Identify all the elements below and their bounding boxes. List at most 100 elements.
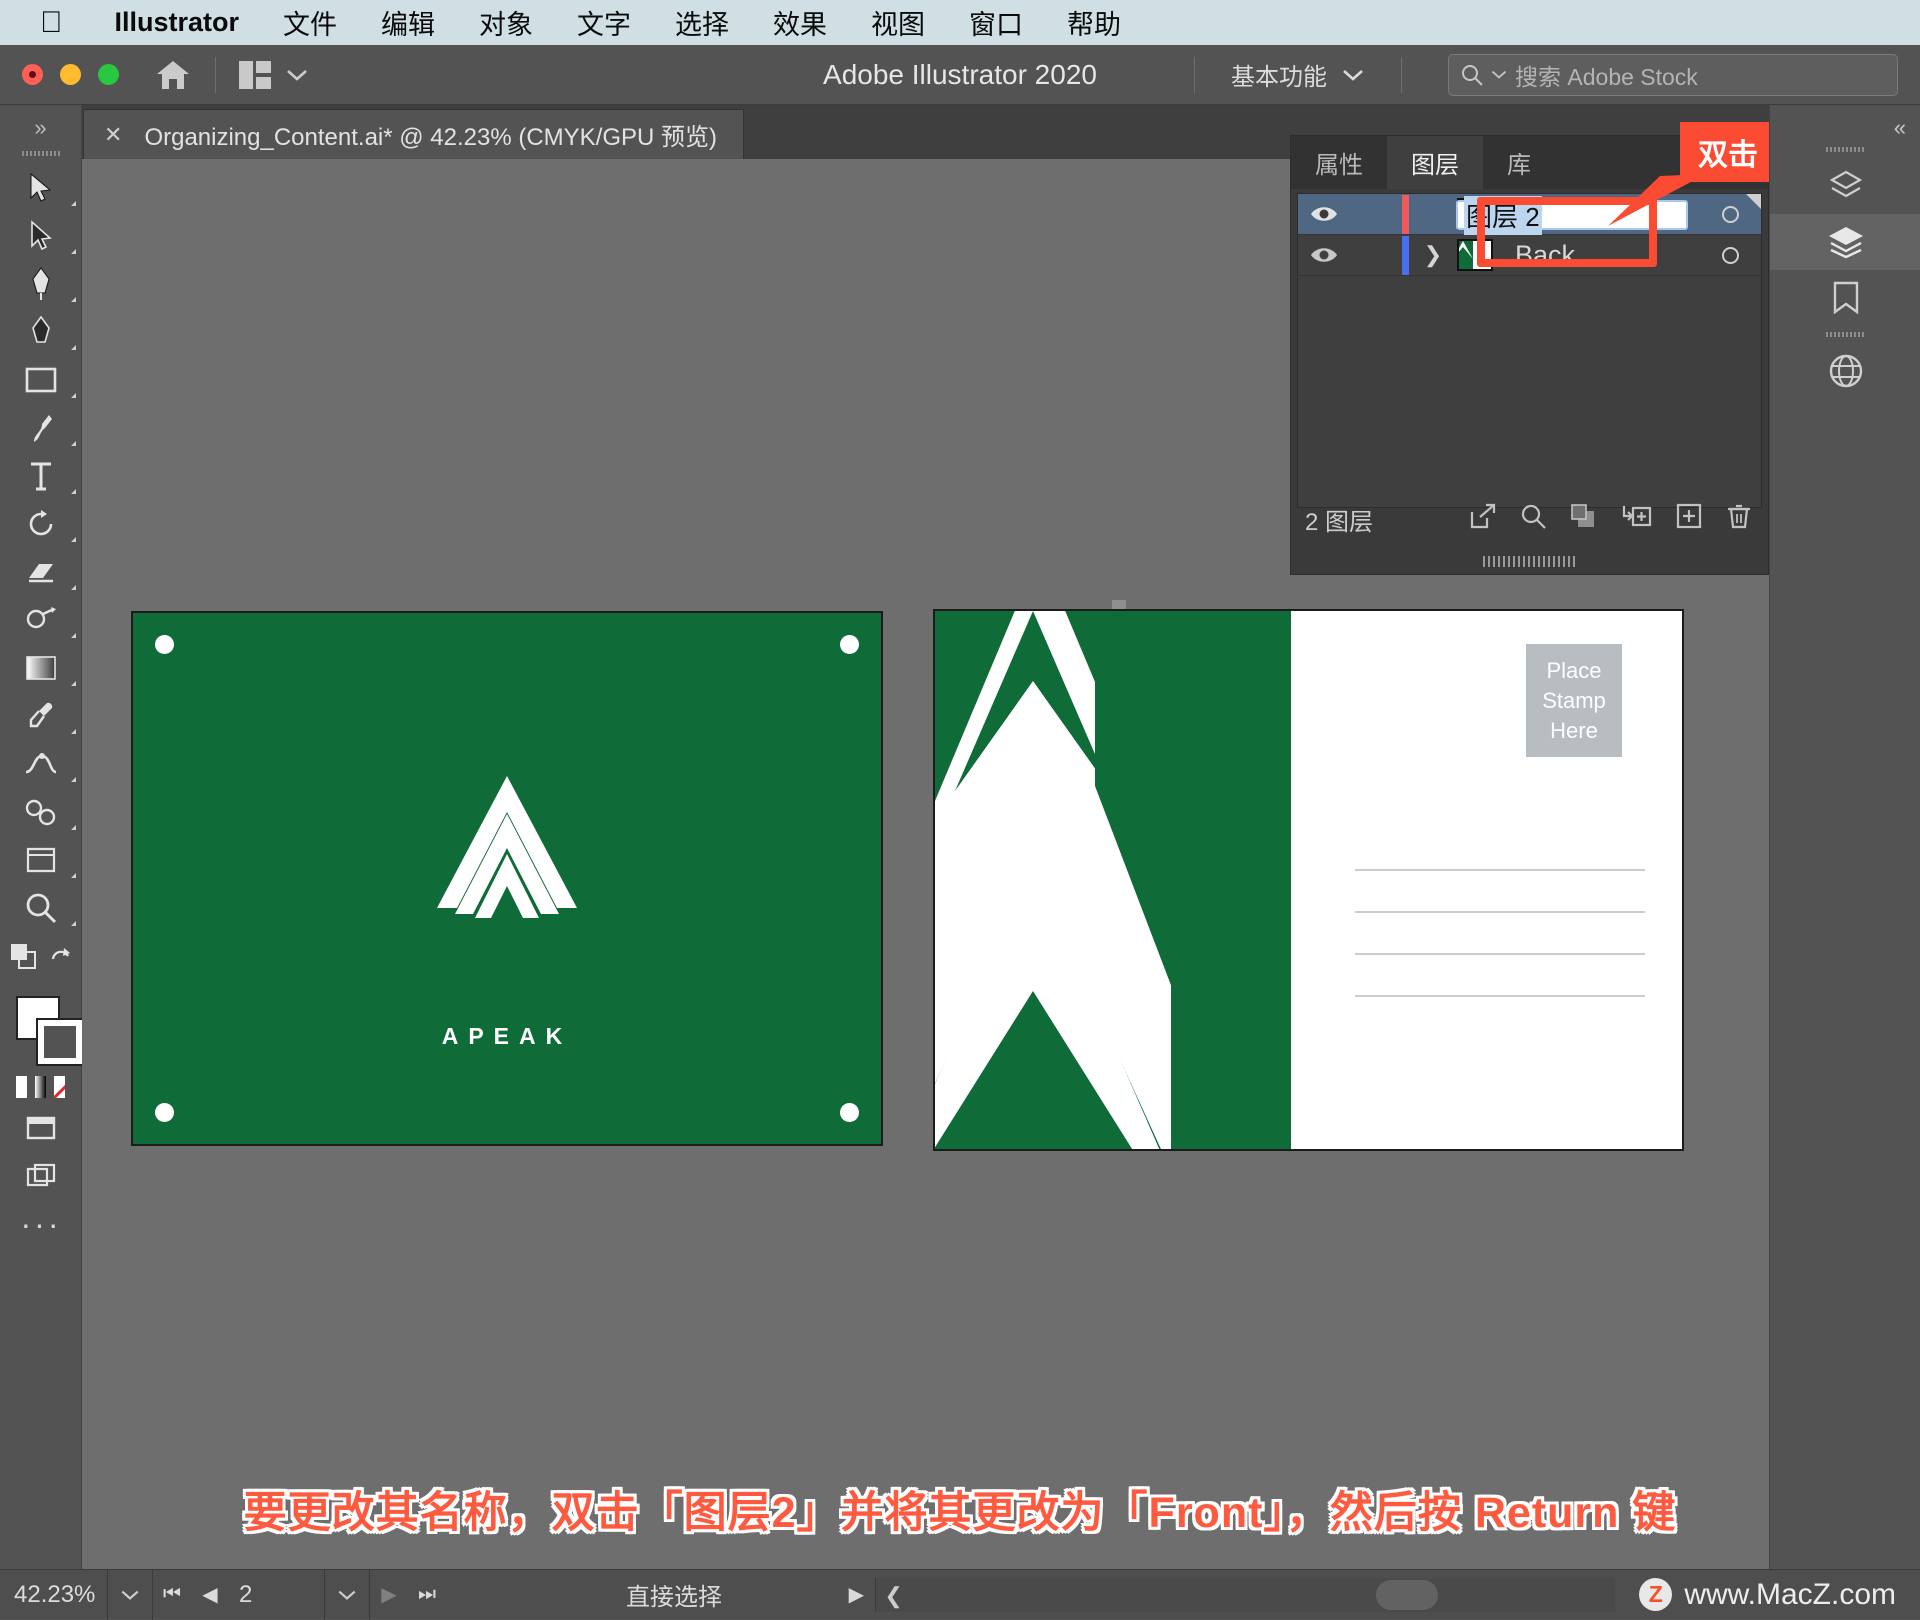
scroll-left-icon[interactable]: ❮ bbox=[884, 1583, 902, 1609]
layer-target-circle[interactable] bbox=[1699, 247, 1761, 264]
menu-item-edit[interactable]: 编辑 bbox=[359, 3, 457, 42]
type-tool[interactable] bbox=[0, 452, 82, 500]
new-sublayer-icon[interactable] bbox=[1620, 503, 1652, 536]
paintbrush-tool[interactable] bbox=[0, 404, 82, 452]
rectangle-tool[interactable] bbox=[0, 356, 82, 404]
artboard-dropdown-icon[interactable] bbox=[325, 1570, 370, 1620]
document-tab[interactable]: ✕ Organizing_Content.ai* @ 42.23% (CMYK/… bbox=[83, 109, 744, 159]
make-sublayer-icon[interactable] bbox=[1570, 503, 1596, 536]
more-tools-button[interactable]: ··· bbox=[0, 1200, 82, 1248]
tools-drag-grip[interactable] bbox=[22, 151, 60, 156]
previous-artboard-button[interactable]: ◀ bbox=[191, 1582, 229, 1607]
layer-color-swatch bbox=[1402, 236, 1409, 275]
home-icon[interactable] bbox=[153, 55, 193, 95]
direct-selection-tool[interactable] bbox=[0, 212, 82, 260]
zoom-level-value[interactable]: 42.23% bbox=[0, 1570, 108, 1620]
visibility-toggle-icon[interactable] bbox=[1298, 245, 1350, 265]
dock-drag-grip[interactable] bbox=[1826, 147, 1864, 152]
expand-panels-icon[interactable]: « bbox=[1770, 105, 1920, 141]
tab-properties[interactable]: 属性 bbox=[1291, 136, 1387, 189]
status-expand-icon[interactable]: ▶ bbox=[837, 1582, 875, 1607]
artboard-back[interactable]: Place Stamp Here bbox=[933, 609, 1684, 1151]
artboard-number-input[interactable]: 2 bbox=[229, 1570, 325, 1620]
libraries-panel-icon[interactable] bbox=[1770, 270, 1920, 326]
dock-drag-grip[interactable] bbox=[1826, 332, 1864, 337]
workspace-switcher[interactable]: 基本功能 bbox=[1172, 57, 1428, 93]
search-icon[interactable] bbox=[1520, 503, 1546, 536]
zoom-dropdown-icon[interactable] bbox=[108, 1570, 153, 1620]
horizontal-scrollbar[interactable]: ❮ bbox=[875, 1578, 1615, 1612]
zoom-tool[interactable] bbox=[0, 884, 82, 932]
table-row[interactable]: ❯ Back bbox=[1298, 235, 1761, 276]
default-fill-stroke-icon[interactable] bbox=[16, 1076, 27, 1098]
width-tool[interactable] bbox=[0, 740, 82, 788]
minimize-window-button[interactable] bbox=[60, 64, 81, 85]
visibility-toggle-icon[interactable] bbox=[1298, 204, 1350, 224]
edit-toolbar-tool[interactable] bbox=[0, 1152, 82, 1200]
artboard-front[interactable]: APEAK bbox=[131, 611, 883, 1146]
menu-item-file[interactable]: 文件 bbox=[261, 3, 359, 42]
fill-stroke-swatches[interactable] bbox=[0, 990, 81, 1070]
menu-item-help[interactable]: 帮助 bbox=[1045, 3, 1143, 42]
curvature-tool[interactable] bbox=[0, 308, 82, 356]
artboard-tool[interactable] bbox=[0, 836, 82, 884]
arrange-documents-button[interactable] bbox=[238, 60, 308, 90]
menu-item-object[interactable]: 对象 bbox=[457, 3, 555, 42]
panel-resize-grip[interactable] bbox=[1291, 554, 1770, 568]
eraser-tool[interactable] bbox=[0, 548, 82, 596]
screen-mode-tool[interactable] bbox=[0, 1104, 82, 1152]
menu-item-type[interactable]: 文字 bbox=[555, 3, 653, 42]
gradient-tool[interactable] bbox=[0, 644, 82, 692]
layer-name[interactable]: Back bbox=[1493, 240, 1699, 271]
document-tab-label: Organizing_Content.ai* @ 42.23% (CMYK/GP… bbox=[144, 117, 717, 152]
color-mode-row[interactable] bbox=[0, 1070, 81, 1104]
drawing-modes-button[interactable] bbox=[0, 932, 82, 980]
tab-layers[interactable]: 图层 bbox=[1387, 136, 1483, 189]
shaper-tool[interactable] bbox=[0, 596, 82, 644]
status-bar: 42.23% ⏮ ◀ 2 ▶ ⏭ 直接选择 ▶ ❮ Z www.MacZ.com bbox=[0, 1569, 1920, 1619]
new-layer-icon[interactable] bbox=[1676, 503, 1702, 536]
close-icon[interactable]: ✕ bbox=[104, 122, 122, 148]
menu-item-effect[interactable]: 效果 bbox=[751, 3, 849, 42]
stroke-swatch[interactable] bbox=[38, 1020, 82, 1064]
selection-tool[interactable] bbox=[0, 164, 82, 212]
address-line bbox=[1355, 911, 1645, 913]
layers-panel-icon[interactable] bbox=[1770, 214, 1920, 270]
collapse-tools-icon[interactable]: » bbox=[0, 105, 81, 141]
globe-panel-icon[interactable] bbox=[1770, 343, 1920, 399]
menu-item-window[interactable]: 窗口 bbox=[947, 3, 1045, 42]
layer-list[interactable]: 图层 2 图层 2 ❯ Back bbox=[1297, 193, 1762, 508]
apple-icon[interactable]:  bbox=[40, 8, 63, 38]
next-artboard-button[interactable]: ▶ bbox=[370, 1582, 408, 1607]
close-window-button[interactable] bbox=[22, 64, 43, 85]
last-artboard-button[interactable]: ⏭ bbox=[408, 1583, 446, 1606]
first-artboard-button[interactable]: ⏮ bbox=[153, 1583, 191, 1606]
delete-layer-icon[interactable] bbox=[1726, 503, 1752, 536]
watermark: Z www.MacZ.com bbox=[1615, 1578, 1920, 1612]
expand-layer-icon[interactable]: ❯ bbox=[1409, 242, 1457, 268]
right-panel-dock: « bbox=[1769, 105, 1920, 1569]
none-swatch-icon[interactable] bbox=[54, 1076, 65, 1098]
gradient-swatch-icon[interactable] bbox=[35, 1076, 46, 1098]
address-line bbox=[1355, 995, 1645, 997]
eyedropper-tool[interactable] bbox=[0, 692, 82, 740]
rotate-tool[interactable] bbox=[0, 500, 82, 548]
stamp-line-2: Stamp bbox=[1542, 686, 1606, 716]
tab-properties-label: 属性 bbox=[1315, 145, 1363, 180]
blend-tool[interactable] bbox=[0, 788, 82, 836]
menu-item-view[interactable]: 视图 bbox=[849, 3, 947, 42]
locate-object-icon[interactable] bbox=[1470, 503, 1496, 536]
divider bbox=[1401, 57, 1402, 93]
export-panel-icon[interactable] bbox=[1770, 158, 1920, 214]
layer-count-label: 2 图层 bbox=[1291, 502, 1373, 537]
current-tool-label[interactable]: 直接选择 bbox=[626, 1577, 722, 1612]
pen-tool[interactable] bbox=[0, 260, 82, 308]
horizontal-scroll-thumb[interactable] bbox=[1376, 1580, 1438, 1610]
maximize-window-button[interactable] bbox=[98, 64, 119, 85]
menu-item-select[interactable]: 选择 bbox=[653, 3, 751, 42]
tab-libraries[interactable]: 库 bbox=[1483, 136, 1555, 189]
search-input[interactable]: 搜索 Adobe Stock bbox=[1448, 54, 1898, 96]
menu-item-illustrator[interactable]: Illustrator bbox=[93, 7, 262, 38]
search-placeholder: 搜索 Adobe Stock bbox=[1515, 58, 1698, 92]
instruction-annotation: 要更改其名称，双击「图层2」并将其更改为「Front」，然后按 Return 键 bbox=[0, 1478, 1920, 1540]
